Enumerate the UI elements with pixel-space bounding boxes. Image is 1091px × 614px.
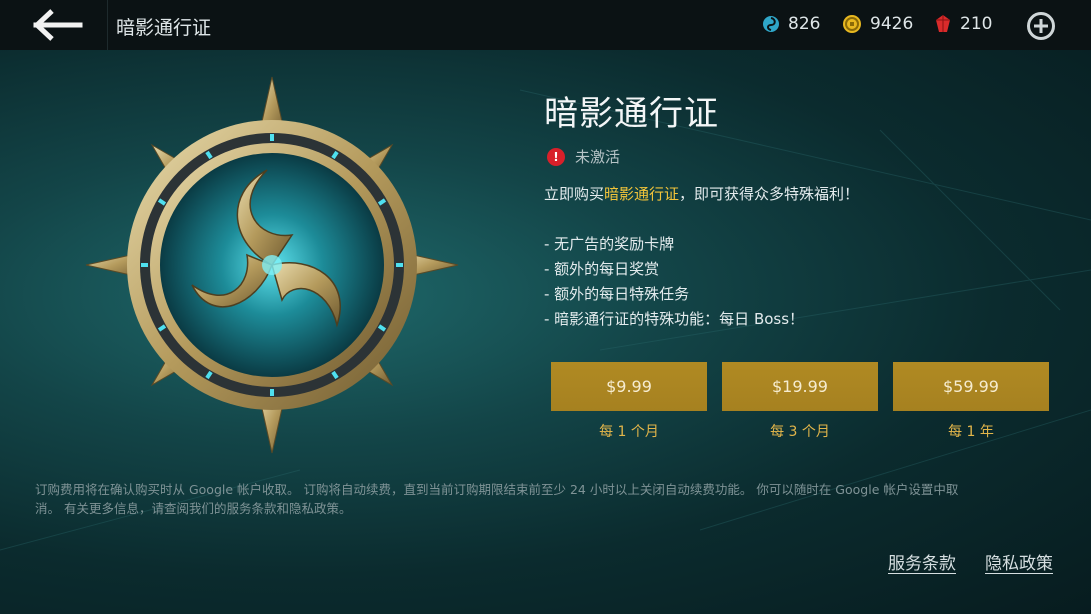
arrow-left-icon[interactable] [30, 8, 86, 42]
benefits-list: - 无广告的奖励卡牌 - 额外的每日奖赏 - 额外的每日特殊任务 - 暗影通行证… [544, 232, 804, 332]
plan-period-label: 每 3 个月 [770, 424, 830, 440]
shadow-pass-emblem [85, 76, 459, 454]
currency-gold-value: 9426 [870, 14, 914, 34]
red-gem-icon [936, 15, 950, 32]
intro-suffix: ，即可获得众多特殊福利！ [679, 185, 860, 203]
buy-quarterly-button[interactable]: $19.99 [722, 362, 878, 411]
top-bar: 暗影通行证 826 9426 210 [0, 0, 1091, 50]
buy-yearly-button[interactable]: $59.99 [893, 362, 1049, 411]
warning-icon: ! [547, 147, 565, 166]
currency-swirl-value: 826 [788, 14, 821, 34]
title-divider [107, 0, 108, 50]
gold-coin-icon [843, 15, 861, 33]
terms-of-service-link[interactable]: 服务条款 [888, 549, 956, 574]
plan-period-label: 每 1 年 [948, 424, 994, 440]
intro-prefix: 立即购买 [544, 185, 605, 203]
currency-swirl: 826 [762, 14, 820, 34]
pass-title: 暗影通行证 [544, 94, 719, 134]
benefit-item: - 额外的每日奖赏 [544, 260, 660, 278]
currency-gem: 210 [934, 14, 992, 34]
status-badge: ! 未激活 [547, 146, 620, 167]
status-text: 未激活 [575, 148, 621, 166]
benefit-item: - 无广告的奖励卡牌 [544, 235, 675, 253]
plan-period-label: 每 1 个月 [599, 424, 659, 440]
page-title: 暗影通行证 [116, 17, 212, 39]
currency-gem-value: 210 [960, 14, 993, 34]
swirl-token-icon [763, 16, 779, 32]
privacy-policy-link[interactable]: 隐私政策 [985, 549, 1053, 574]
subscription-disclaimer: 订购费用将在确认购买时从 Google 帐户收取。 订购将自动续费，直到当前订购… [35, 482, 959, 516]
currency-gold: 9426 [842, 14, 913, 34]
plus-circle-icon[interactable] [1026, 11, 1056, 41]
benefit-item: - 暗影通行证的特殊功能：每日 Boss！ [544, 310, 805, 328]
intro-text: 立即购买暗影通行证，即可获得众多特殊福利！ [544, 183, 859, 204]
buy-monthly-button[interactable]: $9.99 [551, 362, 707, 411]
benefit-item: - 额外的每日特殊任务 [544, 285, 690, 303]
intro-highlight: 暗影通行证 [604, 185, 680, 203]
